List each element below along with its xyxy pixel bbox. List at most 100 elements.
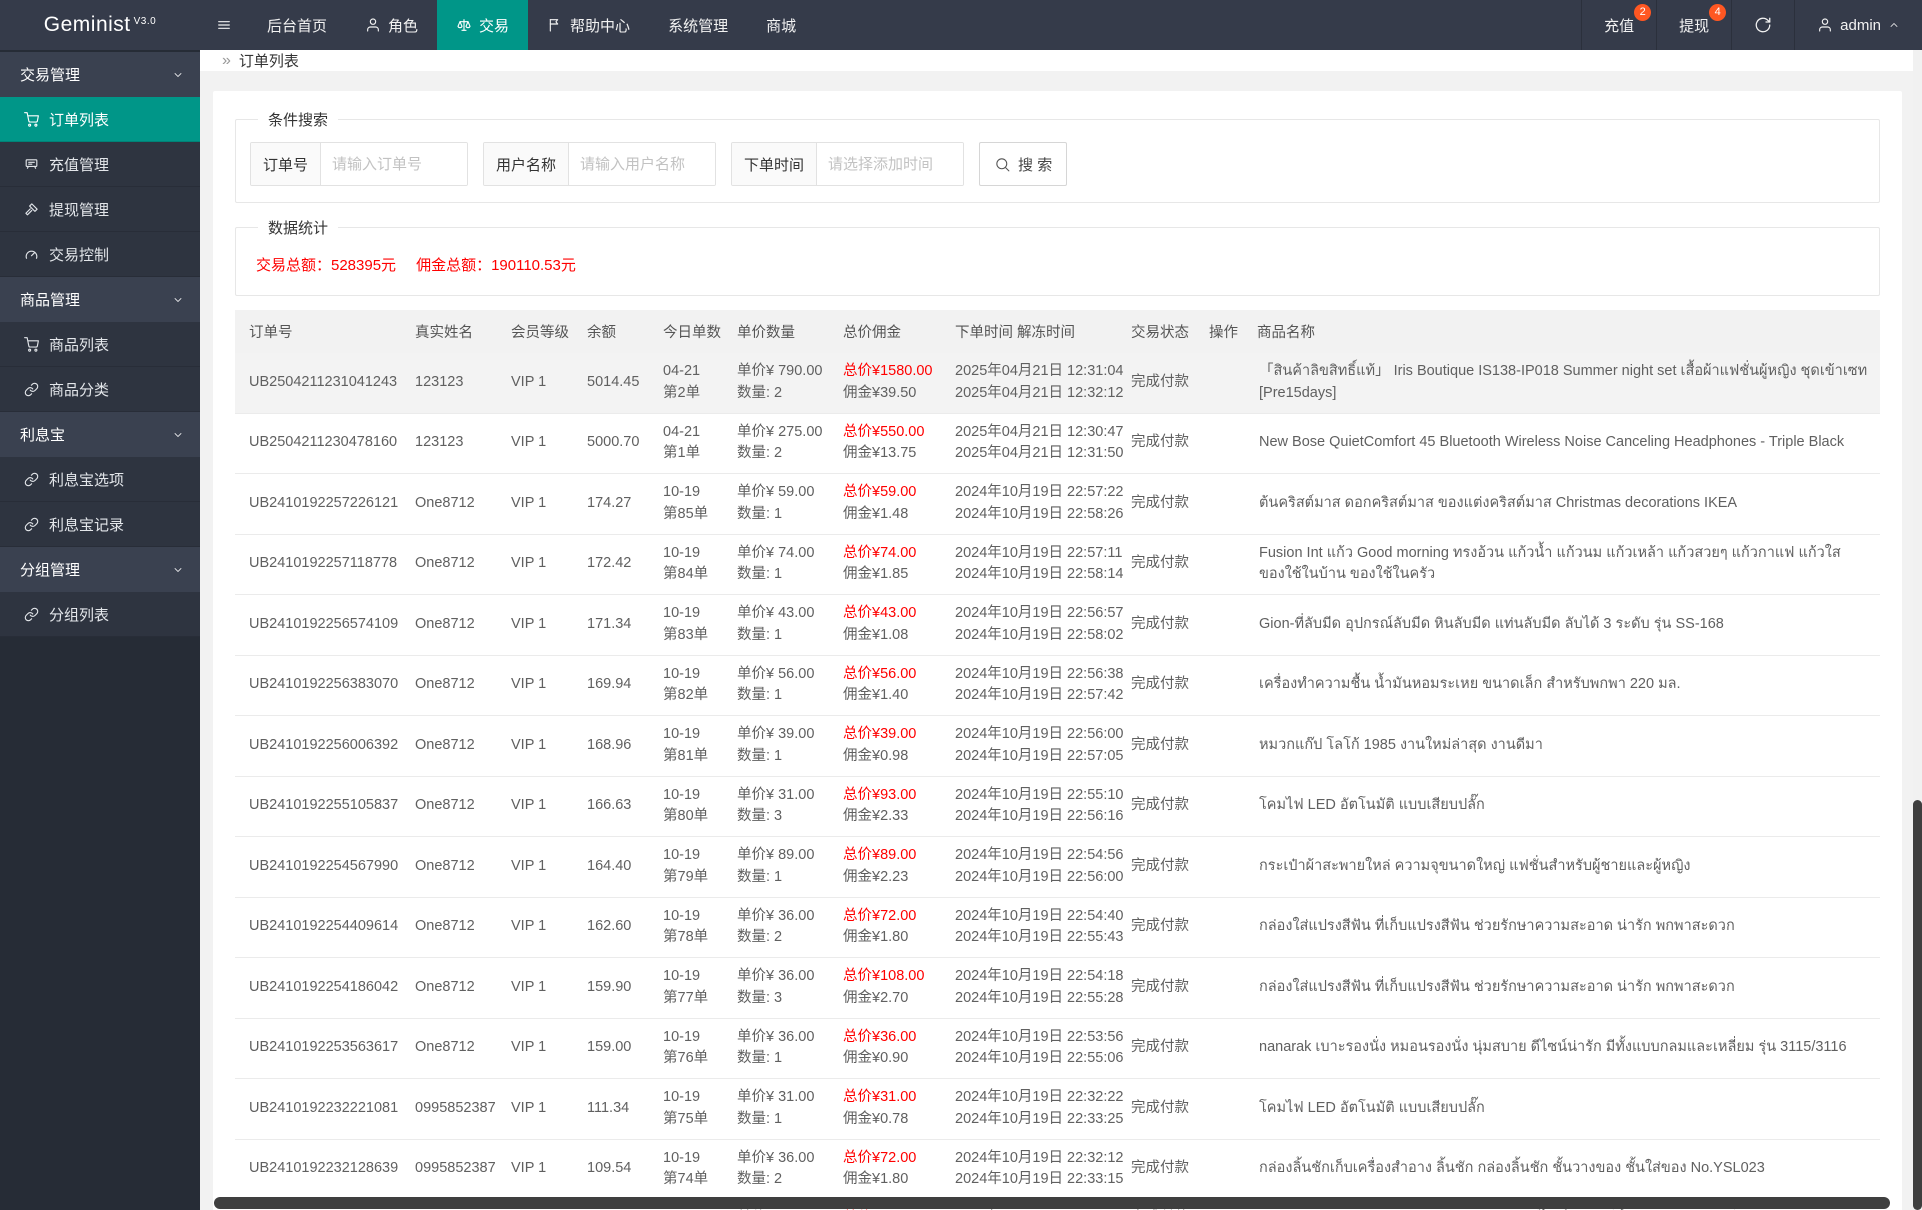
real-name-cell: 0995852387 bbox=[401, 1079, 497, 1140]
col-price-qty: 单价数量 bbox=[723, 310, 829, 353]
sidebar-item-withdraw-management[interactable]: 提现管理 bbox=[0, 187, 200, 232]
search-icon bbox=[994, 156, 1011, 173]
time-cell: 2024年10月19日 22:57:22 2024年10月19日 22:58:2… bbox=[941, 474, 1117, 535]
vertical-scrollbar-thumb[interactable] bbox=[1913, 800, 1922, 1210]
level-cell: VIP 1 bbox=[497, 716, 573, 777]
balance-cell: 111.34 bbox=[573, 1079, 649, 1140]
balance-cell: 5014.45 bbox=[573, 353, 649, 413]
sidebar-item-group-list[interactable]: 分组列表 bbox=[0, 592, 200, 637]
day-count-cell: 10-19 第74单 bbox=[649, 1139, 723, 1200]
order-no-input[interactable] bbox=[321, 143, 467, 185]
nav-item-withdraw[interactable]: 提现 4 bbox=[1656, 0, 1731, 50]
order-no-cell: UB2410192256006392 bbox=[235, 716, 401, 777]
nav-item-help-center[interactable]: 帮助中心 bbox=[528, 0, 649, 50]
real-name-cell: One8712 bbox=[401, 897, 497, 958]
op-cell bbox=[1195, 716, 1243, 777]
table-row: UB2410192232221081 0995852387 VIP 1 111.… bbox=[235, 1079, 1880, 1140]
day-count-cell: 10-19 第83单 bbox=[649, 595, 723, 656]
product-cell: โคมไฟ LED อัตโนมัติ แบบเสียบปลั๊ก bbox=[1243, 776, 1880, 837]
order-no-cell: UB2410192254186042 bbox=[235, 958, 401, 1019]
price-qty-cell: 单价¥ 59.00 数量: 1 bbox=[723, 474, 829, 535]
status-cell: 完成付款 bbox=[1117, 655, 1195, 716]
status-cell: 完成付款 bbox=[1117, 776, 1195, 837]
sidebar-group-trade-management[interactable]: 交易管理 bbox=[0, 52, 200, 97]
total-commission-amount: 佣金总额：190110.53元 bbox=[416, 254, 576, 275]
real-name-cell: One8712 bbox=[401, 595, 497, 656]
day-count-cell: 10-19 第78单 bbox=[649, 897, 723, 958]
total-commission-cell: 总价¥74.00 佣金¥1.85 bbox=[829, 534, 941, 595]
level-cell: VIP 1 bbox=[497, 655, 573, 716]
sidebar-item-trade-control[interactable]: 交易控制 bbox=[0, 232, 200, 277]
real-name-cell: One8712 bbox=[401, 474, 497, 535]
nav-item-mall[interactable]: 商城 bbox=[747, 0, 815, 50]
billboard-icon bbox=[24, 157, 39, 172]
flag-icon bbox=[547, 17, 563, 33]
user-icon bbox=[1817, 17, 1833, 33]
product-cell: nanarak เบาะรองนั่ง หมอนรองนั่ง นุ่มสบาย… bbox=[1243, 1018, 1880, 1079]
product-cell: โคมไฟ LED อัตโนมัติ แบบเสียบปลั๊ก bbox=[1243, 1079, 1880, 1140]
sidebar-item-recharge-management[interactable]: 充值管理 bbox=[0, 142, 200, 187]
real-name-cell: One8712 bbox=[401, 958, 497, 1019]
table-row: UB2504211231041243 123123 VIP 1 5014.45 … bbox=[235, 353, 1880, 413]
order-no-cell: UB2504211230478160 bbox=[235, 413, 401, 474]
price-qty-cell: 单价¥ 790.00 数量: 2 bbox=[723, 353, 829, 413]
status-cell: 完成付款 bbox=[1117, 595, 1195, 656]
order-list-card: 条件搜索 订单号 用户名称 下单时间 bbox=[213, 91, 1902, 1210]
total-commission-cell: 总价¥72.00 佣金¥1.80 bbox=[829, 1139, 941, 1200]
col-level: 会员等级 bbox=[497, 310, 573, 353]
search-button[interactable]: 搜 索 bbox=[979, 142, 1067, 186]
app-logo-version: V3.0 bbox=[134, 16, 157, 27]
sidebar-item-product-category[interactable]: 商品分类 bbox=[0, 367, 200, 412]
cart-icon bbox=[24, 112, 39, 127]
time-cell: 2025年04月21日 12:31:04 2025年04月21日 12:32:1… bbox=[941, 353, 1117, 413]
user-menu[interactable]: admin bbox=[1794, 0, 1922, 50]
refresh-button[interactable] bbox=[1731, 0, 1794, 50]
sidebar-group-product-management[interactable]: 商品管理 bbox=[0, 277, 200, 322]
day-count-cell: 10-19 第75单 bbox=[649, 1079, 723, 1140]
sidebar-group-group-management[interactable]: 分组管理 bbox=[0, 547, 200, 592]
price-qty-cell: 单价¥ 36.00 数量: 2 bbox=[723, 1139, 829, 1200]
table-row: UB2410192255105837 One8712 VIP 1 166.63 … bbox=[235, 776, 1880, 837]
price-qty-cell: 单价¥ 31.00 数量: 1 bbox=[723, 1079, 829, 1140]
status-cell: 完成付款 bbox=[1117, 534, 1195, 595]
status-cell: 完成付款 bbox=[1117, 897, 1195, 958]
chevron-down-icon bbox=[172, 429, 184, 441]
username-label: admin bbox=[1840, 17, 1881, 34]
nav-item-home[interactable]: 后台首页 bbox=[248, 0, 346, 50]
search-legend: 条件搜索 bbox=[258, 109, 338, 130]
nav-item-recharge[interactable]: 充值 2 bbox=[1581, 0, 1656, 50]
order-no-cell: UB2410192256574109 bbox=[235, 595, 401, 656]
nav-item-trade[interactable]: 交易 bbox=[437, 0, 528, 50]
sidebar-toggle-button[interactable] bbox=[200, 0, 248, 50]
sidebar-item-interest-options[interactable]: 利息宝选项 bbox=[0, 457, 200, 502]
sidebar-item-product-list[interactable]: 商品列表 bbox=[0, 322, 200, 367]
col-product-name: 商品名称 bbox=[1243, 310, 1880, 353]
col-balance: 余额 bbox=[573, 310, 649, 353]
price-qty-cell: 单价¥ 89.00 数量: 1 bbox=[723, 837, 829, 898]
sidebar-item-interest-records[interactable]: 利息宝记录 bbox=[0, 502, 200, 547]
balance-cell: 169.94 bbox=[573, 655, 649, 716]
link-icon bbox=[24, 382, 39, 397]
sidebar-item-order-list[interactable]: 订单列表 bbox=[0, 97, 200, 142]
horizontal-scrollbar-thumb[interactable] bbox=[214, 1197, 1890, 1209]
op-cell bbox=[1195, 655, 1243, 716]
status-cell: 完成付款 bbox=[1117, 1079, 1195, 1140]
time-cell: 2024年10月19日 22:54:56 2024年10月19日 22:56:0… bbox=[941, 837, 1117, 898]
username-input[interactable] bbox=[569, 143, 715, 185]
breadcrumb: » 订单列表 bbox=[200, 50, 1922, 71]
gauge-icon bbox=[24, 247, 39, 262]
time-cell: 2024年10月19日 22:54:40 2024年10月19日 22:55:4… bbox=[941, 897, 1117, 958]
product-cell: 「สินค้าลิขสิทธิ์แท้」 Iris Boutique IS138… bbox=[1243, 353, 1880, 413]
product-cell: Fusion Int แก้ว Good morning ทรงอ้วน แก้… bbox=[1243, 534, 1880, 595]
order-time-input[interactable] bbox=[817, 143, 963, 185]
level-cell: VIP 1 bbox=[497, 1139, 573, 1200]
nav-item-system-management[interactable]: 系统管理 bbox=[649, 0, 747, 50]
price-qty-cell: 单价¥ 36.00 数量: 2 bbox=[723, 897, 829, 958]
price-qty-cell: 单价¥ 36.00 数量: 1 bbox=[723, 1018, 829, 1079]
sidebar-group-interest-treasure[interactable]: 利息宝 bbox=[0, 412, 200, 457]
order-no-cell: UB2410192232221081 bbox=[235, 1079, 401, 1140]
col-order-no: 订单号 bbox=[235, 310, 401, 353]
cart-icon bbox=[24, 337, 39, 352]
op-cell bbox=[1195, 353, 1243, 413]
nav-item-roles[interactable]: 角色 bbox=[346, 0, 437, 50]
